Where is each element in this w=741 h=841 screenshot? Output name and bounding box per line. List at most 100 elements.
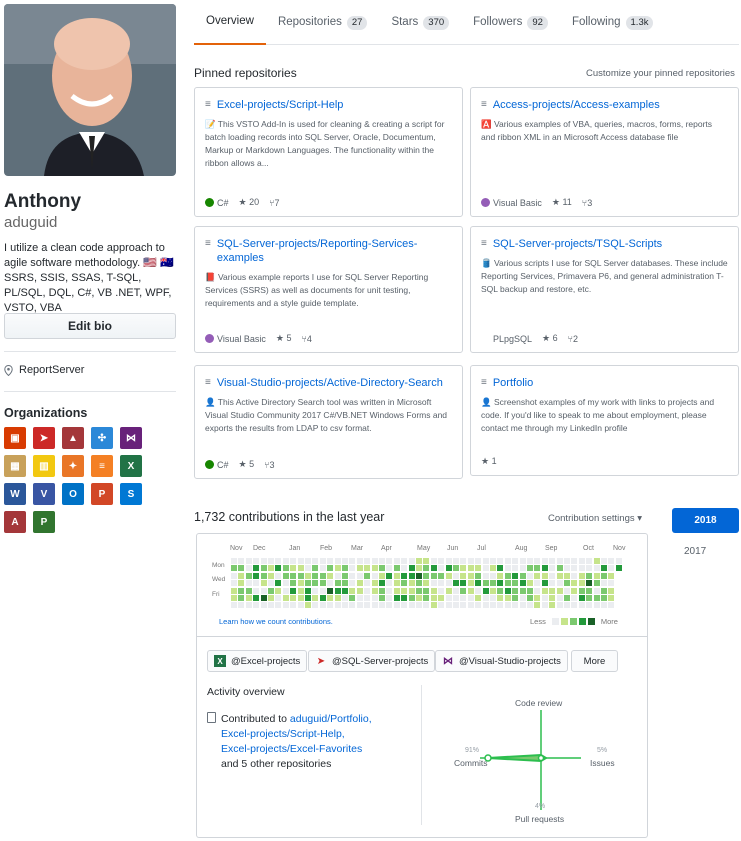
tab-overview[interactable]: Overview xyxy=(194,0,266,45)
contribution-day[interactable] xyxy=(312,580,319,587)
contribution-day[interactable] xyxy=(327,587,334,594)
contribution-day[interactable] xyxy=(371,602,378,609)
stack-overflow-icon[interactable]: ≡ xyxy=(91,455,113,477)
contribution-day[interactable] xyxy=(586,587,593,594)
contribution-day[interactable] xyxy=(334,572,341,579)
contribution-day[interactable] xyxy=(349,572,356,579)
contribution-day[interactable] xyxy=(467,587,474,594)
contribution-day[interactable] xyxy=(467,602,474,609)
contribution-day[interactable] xyxy=(475,565,482,572)
contribution-day[interactable] xyxy=(586,572,593,579)
contribution-day[interactable] xyxy=(416,595,422,601)
repo-name-link[interactable]: SQL-Server-projects/TSQL-Scripts xyxy=(493,237,662,251)
contribution-day[interactable] xyxy=(608,602,615,609)
visual-studio-icon[interactable]: ⋈ xyxy=(120,427,142,449)
contribution-day[interactable] xyxy=(586,565,593,572)
access-icon[interactable]: ▲ xyxy=(62,427,84,449)
contribution-day[interactable] xyxy=(453,580,459,587)
contribution-day[interactable] xyxy=(519,602,526,609)
repo-name-link[interactable]: Visual-Studio-projects/Active-Directory-… xyxy=(217,376,443,390)
contribution-day[interactable] xyxy=(453,558,459,564)
contribution-day[interactable] xyxy=(282,602,289,609)
contribution-day[interactable] xyxy=(312,595,319,601)
contribution-day[interactable] xyxy=(393,602,400,609)
contribution-day[interactable] xyxy=(342,580,348,587)
contribution-day[interactable] xyxy=(238,580,245,587)
repo-forks[interactable]: ⑂2 xyxy=(568,334,578,344)
contribution-day[interactable] xyxy=(527,572,533,579)
contribution-day[interactable] xyxy=(334,587,341,594)
contribution-day[interactable] xyxy=(430,565,437,572)
contribution-day[interactable] xyxy=(349,580,356,587)
contribution-day[interactable] xyxy=(504,572,511,579)
contribution-day[interactable] xyxy=(430,587,437,594)
contribution-day[interactable] xyxy=(342,565,348,572)
contribution-day[interactable] xyxy=(334,580,341,587)
contribution-day[interactable] xyxy=(490,572,496,579)
contribution-day[interactable] xyxy=(512,565,519,572)
year-2018-button[interactable]: 2018 xyxy=(672,508,739,533)
contribution-day[interactable] xyxy=(497,565,504,572)
contribution-day[interactable] xyxy=(416,587,422,594)
contribution-day[interactable] xyxy=(268,595,274,601)
contribution-day[interactable] xyxy=(364,558,371,564)
contribution-day[interactable] xyxy=(401,558,408,564)
contribution-day[interactable] xyxy=(601,565,607,572)
contribution-day[interactable] xyxy=(534,565,541,572)
contribution-day[interactable] xyxy=(416,558,422,564)
contribution-day[interactable] xyxy=(564,602,570,609)
contribution-day[interactable] xyxy=(438,595,445,601)
contribution-day[interactable] xyxy=(578,558,585,564)
cluster-icon[interactable]: ✣ xyxy=(91,427,113,449)
contribution-day[interactable] xyxy=(371,587,378,594)
edit-bio-button[interactable]: Edit bio xyxy=(4,313,176,339)
contribution-day[interactable] xyxy=(601,602,607,609)
contribution-day[interactable] xyxy=(586,595,593,601)
contribution-day[interactable] xyxy=(334,595,341,601)
contribution-day[interactable] xyxy=(490,565,496,572)
contribution-day[interactable] xyxy=(504,565,511,572)
contribution-day[interactable] xyxy=(593,580,600,587)
contribution-day[interactable] xyxy=(379,558,385,564)
contribution-day[interactable] xyxy=(342,572,348,579)
contribution-day[interactable] xyxy=(386,558,393,564)
contribution-day[interactable] xyxy=(275,580,282,587)
contribution-day[interactable] xyxy=(571,580,578,587)
contribution-day[interactable] xyxy=(253,558,260,564)
contribution-day[interactable] xyxy=(497,572,504,579)
contribution-day[interactable] xyxy=(297,587,304,594)
contribution-day[interactable] xyxy=(231,565,237,572)
contribution-day[interactable] xyxy=(512,595,519,601)
contribution-day[interactable] xyxy=(245,565,252,572)
contribution-day[interactable] xyxy=(231,595,237,601)
contribution-day[interactable] xyxy=(268,587,274,594)
contribution-day[interactable] xyxy=(268,565,274,572)
contribution-day[interactable] xyxy=(401,595,408,601)
contribution-day[interactable] xyxy=(319,558,326,564)
contribution-day[interactable] xyxy=(512,587,519,594)
contribution-day[interactable] xyxy=(593,595,600,601)
contribution-day[interactable] xyxy=(423,602,430,609)
contribution-day[interactable] xyxy=(497,580,504,587)
contribution-day[interactable] xyxy=(297,580,304,587)
contribution-day[interactable] xyxy=(504,602,511,609)
tab-followers[interactable]: Followers 92 xyxy=(461,0,560,45)
contribution-day[interactable] xyxy=(527,558,533,564)
contribution-day[interactable] xyxy=(615,558,622,564)
contribution-day[interactable] xyxy=(371,572,378,579)
contribution-day[interactable] xyxy=(305,558,311,564)
contribution-day[interactable] xyxy=(490,595,496,601)
contribution-day[interactable] xyxy=(408,602,415,609)
contribution-day[interactable] xyxy=(275,595,282,601)
contribution-day[interactable] xyxy=(364,602,371,609)
contribution-day[interactable] xyxy=(512,572,519,579)
contribution-day[interactable] xyxy=(253,587,260,594)
contribution-day[interactable] xyxy=(556,602,563,609)
contribution-day[interactable] xyxy=(371,558,378,564)
contribution-day[interactable] xyxy=(527,595,533,601)
contribution-day[interactable] xyxy=(519,558,526,564)
contribution-day[interactable] xyxy=(438,587,445,594)
contribution-day[interactable] xyxy=(305,595,311,601)
contribution-day[interactable] xyxy=(349,558,356,564)
contribution-day[interactable] xyxy=(519,565,526,572)
